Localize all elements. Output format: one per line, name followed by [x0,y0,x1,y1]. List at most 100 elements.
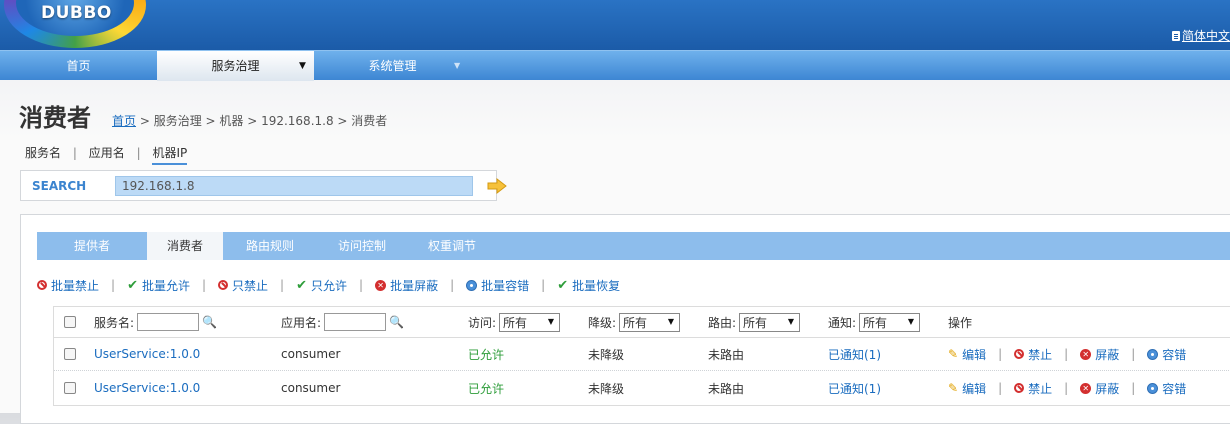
disable-label: 禁止 [1028,381,1053,396]
edit-label: 编辑 [962,347,987,362]
access-filter-value: 所有 [503,315,528,330]
search-icon[interactable]: 🔍 [389,315,404,329]
service-filter-input[interactable] [137,313,200,331]
tab-access-control[interactable]: 访问控制 [317,232,407,260]
toolbar-separator: | [359,278,364,292]
pencil-icon: ✎ [948,381,959,395]
nav-item-system-management[interactable]: 系统管理 ▼ [314,51,471,81]
tab-route-rules[interactable]: 路由规则 [223,232,317,260]
table-row: UserService:1.0.0 consumer 已允许 未降级 未路由 已… [54,371,1230,405]
tolerance-icon [1147,382,1159,394]
tolerance-icon [1147,348,1159,360]
tolerance-button[interactable]: 容错 [1147,380,1186,397]
dubbo-logo[interactable]: DUBBO [4,0,146,48]
notify-header-label: 通知: [828,315,857,330]
content-panel: 提供者 消费者 路由规则 访问控制 权重调节 批量禁止 | ✔ 批量允许 | 只… [20,214,1230,424]
row-checkbox[interactable] [64,382,76,394]
close-circle-icon: ✕ [375,279,387,291]
only-allow-button[interactable]: ✔ 只允许 [296,277,347,294]
degrade-header: 降级: 所有 ▼ [588,307,681,337]
row-checkbox[interactable] [64,348,76,360]
notify-link[interactable]: 已通知(1) [828,338,881,370]
search-icon[interactable]: 🔍 [202,315,217,329]
batch-restore-button[interactable]: ✔ 批量恢复 [557,277,620,294]
tab-bar: 提供者 消费者 路由规则 访问控制 权重调节 [37,232,1230,260]
edit-label: 编辑 [962,381,987,396]
tolerance-label: 容错 [1162,347,1187,362]
tolerance-button[interactable]: 容错 [1147,346,1186,363]
service-link[interactable]: UserService:1.0.0 [94,338,200,370]
route-status: 未路由 [708,347,745,362]
check-icon: ✔ [557,277,569,293]
ops-separator: | [998,381,1003,395]
nav-item-home[interactable]: 首页 [0,51,157,81]
breadcrumb-home-link[interactable]: 首页 [112,114,136,128]
nav-item-service-governance[interactable]: 服务治理 ▼ [157,51,314,81]
tab-providers[interactable]: 提供者 [37,232,147,260]
ban-icon [1014,349,1025,359]
ops-separator: | [998,347,1003,361]
ops-separator: | [1131,347,1136,361]
filter-tab-ip[interactable]: 机器IP [152,146,188,165]
edit-button[interactable]: ✎ 编辑 [948,380,986,397]
degrade-filter-select[interactable]: 所有 ▼ [619,312,681,332]
service-link[interactable]: UserService:1.0.0 [94,371,200,405]
nav-system-label: 系统管理 [368,59,417,73]
edit-button[interactable]: ✎ 编辑 [948,346,986,363]
select-all-cell [64,307,76,337]
disable-button[interactable]: 禁止 [1014,380,1052,397]
language-switch[interactable]: 简体中文 [1171,27,1230,44]
table-row: UserService:1.0.0 consumer 已允许 未降级 未路由 已… [54,338,1230,371]
batch-toolbar: 批量禁止 | ✔ 批量允许 | 只禁止 | ✔ 只允许 | ✕ 批量屏蔽 | 批… [37,275,620,295]
route-header-label: 路由: [708,315,737,330]
tolerance-label: 容错 [1162,381,1187,396]
only-disable-button[interactable]: 只禁止 [218,277,268,294]
notify-filter-select[interactable]: 所有 ▼ [859,312,921,332]
disable-button[interactable]: 禁止 [1014,346,1052,363]
row-select-cell [64,371,76,405]
app-cell: consumer [281,381,341,395]
toolbar-separator: | [280,278,285,292]
breadcrumb-path: > 服务治理 > 机器 > 192.168.1.8 > 消费者 [136,114,388,128]
pencil-icon: ✎ [948,347,959,361]
select-all-checkbox[interactable] [64,316,76,328]
degrade-status: 未降级 [588,381,625,396]
close-circle-icon: ✕ [1080,382,1092,394]
batch-allow-label: 批量允许 [141,278,190,293]
batch-tolerance-label: 批量容错 [481,278,530,293]
page-title: 消费者 [19,104,91,132]
batch-shield-label: 批量屏蔽 [390,278,439,293]
degrade-status: 未降级 [588,347,625,362]
shield-label: 屏蔽 [1095,381,1120,396]
filter-tab-app[interactable]: 应用名 [89,146,125,160]
check-icon: ✔ [296,277,307,293]
arrow-right-icon[interactable] [487,178,507,194]
degrade-header-label: 降级: [588,315,617,330]
tab-weight-adjust[interactable]: 权重调节 [407,232,497,260]
ban-icon [1014,383,1025,393]
notify-filter-value: 所有 [863,315,888,330]
app-header: DUBBO 简体中文 [0,0,1230,50]
shield-button[interactable]: ✕ 屏蔽 [1080,380,1119,397]
route-filter-select[interactable]: 所有 ▼ [739,312,801,332]
notify-header: 通知: 所有 ▼ [828,307,921,337]
batch-shield-button[interactable]: ✕ 批量屏蔽 [375,277,438,294]
notify-link[interactable]: 已通知(1) [828,371,881,405]
batch-allow-button[interactable]: ✔ 批量允许 [127,277,190,294]
tab-consumers[interactable]: 消费者 [147,232,223,260]
degrade-filter-value: 所有 [623,315,648,330]
row-ops: ✎ 编辑 | 禁止 | ✕ 屏蔽 | 容错 [948,371,1186,405]
app-header: 应用名: 🔍 [281,307,404,337]
search-input[interactable] [115,176,473,196]
filter-tab-service[interactable]: 服务名 [25,146,61,160]
select-arrow-icon: ▼ [787,316,795,326]
app-filter-input[interactable] [324,313,387,331]
access-filter-select[interactable]: 所有 ▼ [499,312,561,332]
ops-separator: | [1064,381,1069,395]
nav-home-label: 首页 [66,59,91,73]
shield-button[interactable]: ✕ 屏蔽 [1080,346,1119,363]
batch-disable-button[interactable]: 批量禁止 [37,277,99,294]
app-cell: consumer [281,347,341,361]
batch-tolerance-button[interactable]: 批量容错 [466,277,529,294]
select-arrow-icon: ▼ [907,316,915,326]
